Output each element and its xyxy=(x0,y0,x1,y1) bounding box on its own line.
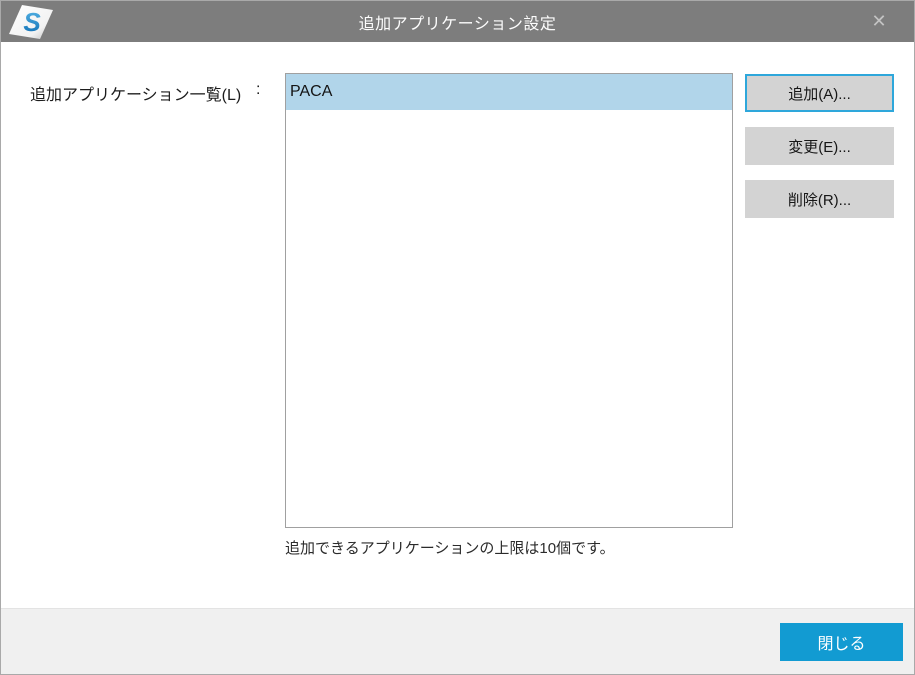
limit-note: 追加できるアプリケーションの上限は10個です。 xyxy=(285,537,615,558)
window-title: 追加アプリケーション設定 xyxy=(359,10,557,34)
edit-button[interactable]: 変更(E)... xyxy=(745,127,894,165)
dialog-content: 追加アプリケーション一覧(L) : PACA 追加できるアプリケーションの上限は… xyxy=(1,42,914,608)
close-dialog-button[interactable]: 閉じる xyxy=(780,623,903,661)
side-button-column: 追加(A)... 変更(E)... 削除(R)... xyxy=(745,74,894,233)
dialog-footer: 閉じる xyxy=(1,608,914,674)
list-item[interactable]: PACA xyxy=(286,74,732,110)
application-listbox[interactable]: PACA xyxy=(285,73,733,528)
close-icon[interactable]: ✕ xyxy=(862,1,896,42)
delete-button[interactable]: 削除(R)... xyxy=(745,180,894,218)
application-list-label: 追加アプリケーション一覧(L) xyxy=(30,81,241,105)
svg-text:S: S xyxy=(23,7,41,37)
add-button[interactable]: 追加(A)... xyxy=(745,74,894,112)
label-colon: : xyxy=(256,81,260,99)
app-logo-icon: S xyxy=(8,4,54,40)
dialog-window: S 追加アプリケーション設定 ✕ 追加アプリケーション一覧(L) : PACA … xyxy=(0,0,915,675)
titlebar: S 追加アプリケーション設定 ✕ xyxy=(1,1,914,42)
